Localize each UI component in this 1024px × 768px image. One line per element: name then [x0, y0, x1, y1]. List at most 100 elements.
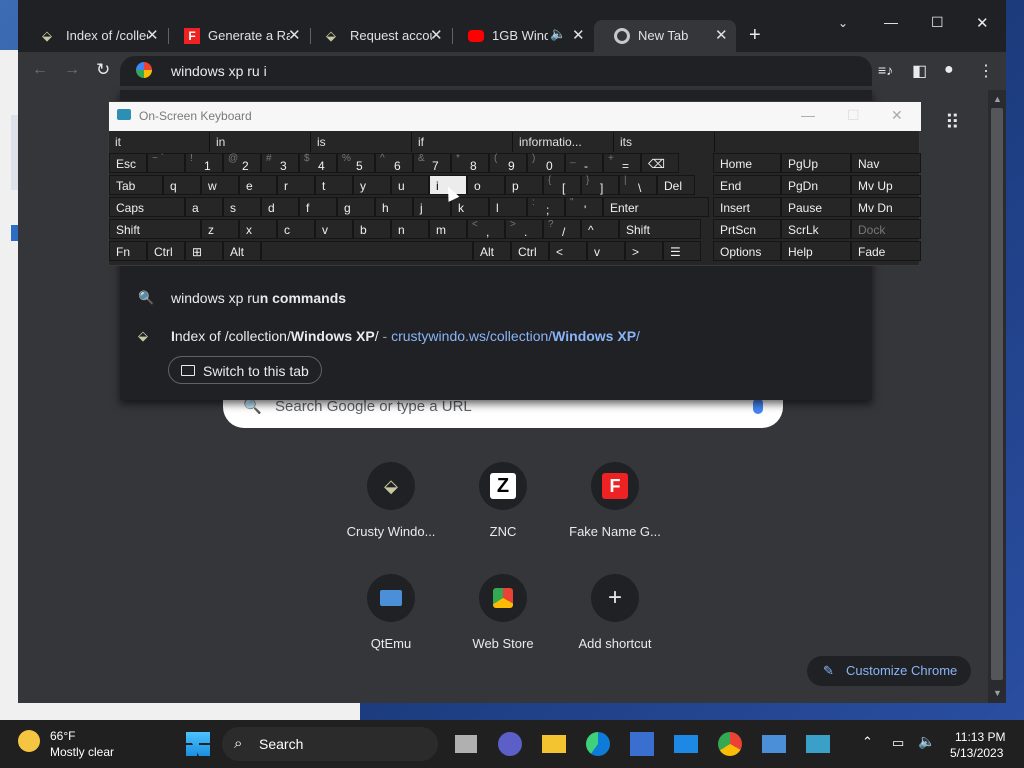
osk-key[interactable]: Ctrl	[147, 241, 185, 261]
osk-key[interactable]: @2	[223, 153, 261, 173]
minimize-icon[interactable]: —	[801, 107, 815, 123]
osk-key[interactable]: Shift	[109, 219, 201, 239]
osk-nav-key[interactable]: Nav	[851, 153, 921, 173]
osk-key[interactable]: v	[587, 241, 625, 261]
chat-icon[interactable]	[498, 732, 522, 756]
shortcut-web-store[interactable]: Web Store	[447, 574, 559, 670]
osk-key[interactable]: ⊞	[185, 241, 223, 261]
osk-key[interactable]: | \	[619, 175, 657, 195]
new-tab-plus-icon[interactable]: +	[749, 24, 761, 47]
osk-key[interactable]: j	[413, 197, 451, 217]
tab-request-account[interactable]: ⬙ Request accou ✕	[306, 20, 448, 52]
menu-kebab-icon[interactable]: ⋮	[978, 61, 994, 81]
osk-key[interactable]: r	[277, 175, 315, 195]
taskbar-search[interactable]: ⌕ Search	[222, 727, 438, 761]
osk-key[interactable]	[261, 241, 473, 261]
osk-key[interactable]: >	[625, 241, 663, 261]
prediction-2[interactable]: is	[311, 132, 412, 152]
close-icon[interactable]: ✕	[715, 26, 728, 44]
suggestion-history[interactable]: ⬙ Index of /collection/Windows XP/ - cru…	[120, 319, 872, 353]
osk-nav-key[interactable]: Mv Dn	[851, 197, 921, 217]
osk-key[interactable]: Tab	[109, 175, 163, 195]
osk-key[interactable]: y	[353, 175, 391, 195]
osk-key[interactable]: <,	[467, 219, 505, 239]
osk-key[interactable]: (9	[489, 153, 527, 173]
osk-key[interactable]: e	[239, 175, 277, 195]
osk-key[interactable]: :;	[527, 197, 565, 217]
osk-key[interactable]: $4	[299, 153, 337, 173]
osk-key[interactable]: & 7	[413, 153, 451, 173]
osk-key[interactable]: o	[467, 175, 505, 195]
osk-key[interactable]: #3	[261, 153, 299, 173]
tab-generate-name[interactable]: F Generate a Ran ✕	[164, 20, 306, 52]
prediction-4[interactable]: informatio...	[513, 132, 614, 152]
prediction-3[interactable]: if	[412, 132, 513, 152]
shortcut-qtemu[interactable]: QtEmu	[335, 574, 447, 670]
maximize-icon[interactable]: ☐	[847, 107, 860, 124]
osk-nav-key[interactable]: Home	[713, 153, 781, 173]
profile-icon[interactable]: ●	[944, 61, 954, 79]
osk-key[interactable]: Alt	[473, 241, 511, 261]
close-icon[interactable]: ✕	[430, 26, 443, 44]
osk-key[interactable]: ) 0	[527, 153, 565, 173]
osk-key[interactable]: Ctrl	[511, 241, 549, 261]
tab-new-tab[interactable]: New Tab ✕	[594, 20, 736, 52]
reload-icon[interactable]: ↻	[96, 60, 110, 80]
osk-key[interactable]: * 8	[451, 153, 489, 173]
forward-arrow-icon[interactable]: →	[64, 61, 80, 79]
osk-key[interactable]: Del	[657, 175, 695, 195]
start-icon[interactable]	[186, 732, 210, 756]
osk-key[interactable]: Alt	[223, 241, 261, 261]
media-control-icon[interactable]: ≡♪	[878, 62, 893, 78]
osk-key[interactable]: u	[391, 175, 429, 195]
osk-key[interactable]: Caps	[109, 197, 185, 217]
mail-icon[interactable]	[674, 735, 698, 753]
osk-key[interactable]: v	[315, 219, 353, 239]
osk-taskbar-icon[interactable]	[806, 735, 830, 753]
osk-key[interactable]: k	[451, 197, 489, 217]
osk-nav-key[interactable]: PgUp	[781, 153, 851, 173]
switch-to-tab-button[interactable]: Switch to this tab	[168, 356, 322, 384]
osk-key[interactable]: " '	[565, 197, 603, 217]
osk-key[interactable]: l	[489, 197, 527, 217]
shortcut-add[interactable]: + Add shortcut	[559, 574, 671, 670]
close-icon[interactable]: ✕	[572, 26, 585, 44]
shortcut-fake-name[interactable]: F Fake Name G...	[559, 462, 671, 558]
osk-key[interactable]: w	[201, 175, 239, 195]
osk-key[interactable]: >.	[505, 219, 543, 239]
window-close-icon[interactable]: ✕	[976, 14, 989, 32]
scroll-down-icon[interactable]: ▼	[993, 688, 1002, 698]
network-icon[interactable]: ▭	[892, 735, 904, 751]
osk-key[interactable]: {[	[543, 175, 581, 195]
close-icon[interactable]: ✕	[288, 26, 301, 44]
osk-key[interactable]: c	[277, 219, 315, 239]
microphone-icon[interactable]	[753, 398, 763, 414]
osk-nav-key[interactable]: Mv Up	[851, 175, 921, 195]
osk-key[interactable]: s	[223, 197, 261, 217]
customize-chrome-button[interactable]: ✎ Customize Chrome	[807, 656, 971, 686]
osk-key[interactable]: x	[239, 219, 277, 239]
osk-key[interactable]: ~ `	[147, 153, 185, 173]
osk-nav-key[interactable]: ScrLk	[781, 219, 851, 239]
osk-key[interactable]: ? /	[543, 219, 581, 239]
file-explorer-icon[interactable]	[542, 735, 566, 753]
scroll-up-icon[interactable]: ▲	[993, 94, 1002, 104]
prediction-1[interactable]: in	[210, 132, 311, 152]
osk-key[interactable]: t	[315, 175, 353, 195]
osk-key[interactable]: g	[337, 197, 375, 217]
prediction-0[interactable]: it	[109, 132, 210, 152]
chrome-taskbar-icon[interactable]	[718, 732, 742, 756]
osk-nav-key[interactable]: Help	[781, 241, 851, 261]
close-icon[interactable]: ✕	[891, 107, 903, 124]
scroll-thumb[interactable]	[991, 108, 1003, 680]
osk-key[interactable]: ⌫	[641, 153, 679, 173]
osk-key[interactable]: d	[261, 197, 299, 217]
minimize-icon[interactable]: —	[884, 14, 898, 30]
maximize-icon[interactable]: ☐	[931, 14, 944, 31]
omnibox[interactable]: windows xp ru i	[120, 56, 872, 86]
close-icon[interactable]: ✕	[146, 26, 159, 44]
osk-key[interactable]: Fn	[109, 241, 147, 261]
osk-key[interactable]: b	[353, 219, 391, 239]
osk-nav-key[interactable]: Pause	[781, 197, 851, 217]
chevron-up-icon[interactable]: ⌃	[862, 734, 873, 750]
